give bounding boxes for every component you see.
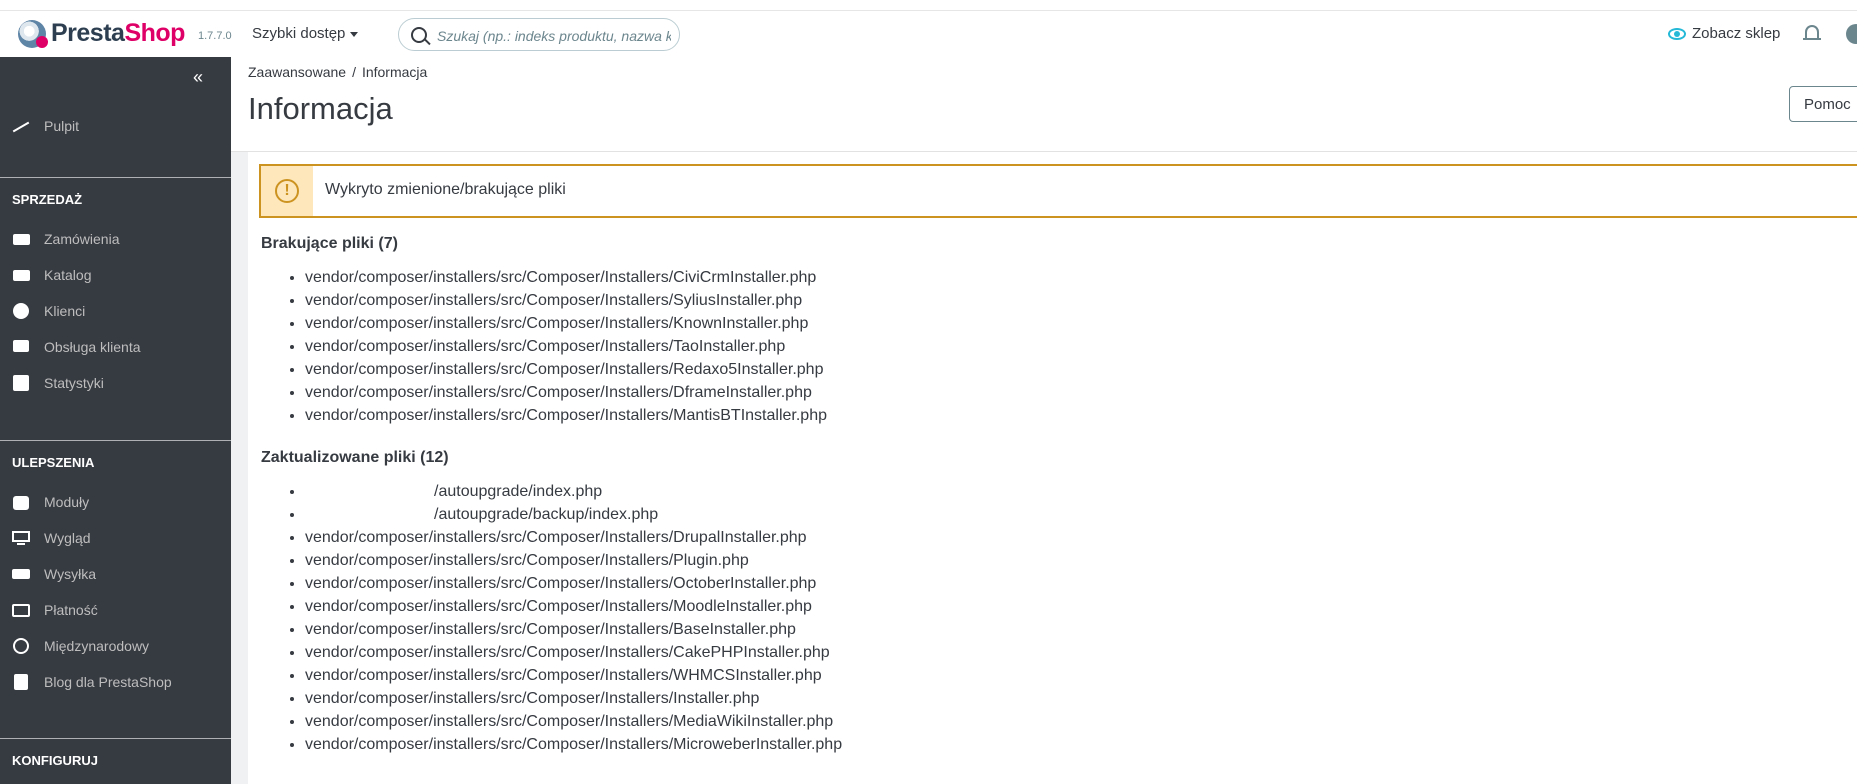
info-card: ! Wykryto zmienione/brakujące pliki Brak… xyxy=(248,152,1857,784)
list-item: vendor/composer/installers/src/Composer/… xyxy=(305,687,842,710)
sidebar-item-label: Wysyłka xyxy=(44,566,96,582)
prestashop-logo-icon xyxy=(18,19,48,48)
help-button[interactable]: Pomoc xyxy=(1789,86,1857,122)
notifications-bell-icon[interactable] xyxy=(1803,25,1821,40)
sidebar-item-label: Blog dla PrestaShop xyxy=(44,674,172,690)
breadcrumb-item-current: Informacja xyxy=(361,64,428,80)
trending-up-icon xyxy=(12,118,32,134)
top-strip xyxy=(0,0,1857,11)
sidebar-item-label: Katalog xyxy=(44,267,92,283)
sidebar-item-orders[interactable]: Zamówienia xyxy=(12,227,119,251)
sidebar-item-customer-service[interactable]: Obsługa klienta xyxy=(12,335,141,359)
sidebar-item-dashboard[interactable]: Pulpit xyxy=(12,114,79,138)
sidebar-item-shipping[interactable]: Wysyłka xyxy=(12,562,96,586)
top-header: PrestaShop 1.7.7.0 Szybki dostęp Zobacz … xyxy=(0,11,1857,58)
logo-text: PrestaShop xyxy=(51,19,185,47)
sidebar-divider xyxy=(0,440,231,441)
missing-files-list: vendor/composer/installers/src/Composer/… xyxy=(261,266,827,427)
sidebar-item-modules[interactable]: Moduły xyxy=(12,490,89,514)
list-item: vendor/composer/installers/src/Composer/… xyxy=(305,266,827,289)
employee-avatar[interactable] xyxy=(1846,24,1857,44)
list-item: vendor/composer/installers/src/Composer/… xyxy=(305,641,842,664)
sidebar-item-payment[interactable]: Płatność xyxy=(12,598,98,622)
list-item: vendor/composer/installers/src/Composer/… xyxy=(305,549,842,572)
sidebar-item-label: Wygląd xyxy=(44,530,91,546)
monitor-icon xyxy=(12,530,32,546)
shopping-basket-icon xyxy=(12,231,32,247)
sidebar-item-customers[interactable]: Klienci xyxy=(12,299,85,323)
chat-icon xyxy=(12,339,32,355)
list-item: /autoupgrade/backup/index.php xyxy=(305,503,842,526)
sidebar-item-label: Międzynarodowy xyxy=(44,638,150,654)
search-box xyxy=(398,18,680,51)
page-toolbar: Zaawansowane / Informacja Informacja Pomoc xyxy=(231,57,1857,152)
blog-icon xyxy=(12,674,32,690)
list-item: vendor/composer/installers/src/Composer/… xyxy=(305,335,827,358)
bar-chart-icon xyxy=(12,375,32,391)
alert-icon-area: ! xyxy=(261,166,313,216)
truck-icon xyxy=(12,566,32,582)
page-title: Informacja xyxy=(248,91,393,126)
list-item: vendor/composer/installers/src/Composer/… xyxy=(305,381,827,404)
sidebar-divider xyxy=(0,177,231,178)
sidebar-item-label: Zamówienia xyxy=(44,231,120,247)
search-input[interactable] xyxy=(435,24,673,48)
list-item: vendor/composer/installers/src/Composer/… xyxy=(305,710,842,733)
sidebar-item-stats[interactable]: Statystyki xyxy=(12,371,104,395)
list-item: vendor/composer/installers/src/Composer/… xyxy=(305,733,842,756)
eye-icon xyxy=(1668,27,1686,40)
view-shop-label: Zobacz sklep xyxy=(1692,25,1781,42)
sidebar-item-international[interactable]: Międzynarodowy xyxy=(12,634,149,658)
credit-card-icon xyxy=(12,602,32,618)
sidebar-item-label: Płatność xyxy=(44,602,98,618)
list-item: vendor/composer/installers/src/Composer/… xyxy=(305,572,842,595)
list-item-text: /autoupgrade/backup/index.php xyxy=(434,506,659,523)
list-item: vendor/composer/installers/src/Composer/… xyxy=(305,618,842,641)
list-item: vendor/composer/installers/src/Composer/… xyxy=(305,289,827,312)
search-icon[interactable] xyxy=(411,27,427,43)
sidebar-section-configure: KONFIGURUJ xyxy=(12,753,98,768)
version-label: 1.7.7.0 xyxy=(198,30,232,42)
view-shop-link[interactable]: Zobacz sklep xyxy=(1668,25,1780,42)
sidebar-item-label: Moduły xyxy=(44,494,90,510)
sidebar-section-sell: SPRZEDAŻ xyxy=(12,192,83,207)
list-item: vendor/composer/installers/src/Composer/… xyxy=(305,664,842,687)
sidebar-item-blog[interactable]: Blog dla PrestaShop xyxy=(12,670,172,694)
list-item: vendor/composer/installers/src/Composer/… xyxy=(305,526,842,549)
sidebar-item-catalog[interactable]: Katalog xyxy=(12,263,91,287)
main-content: ! Wykryto zmienione/brakujące pliki Brak… xyxy=(231,152,1857,784)
breadcrumb-separator: / xyxy=(352,64,356,80)
globe-icon xyxy=(12,638,32,654)
caret-down-icon xyxy=(350,31,359,37)
updated-files-list: /autoupgrade/index.php /autoupgrade/back… xyxy=(261,480,842,756)
sidebar-item-design[interactable]: Wygląd xyxy=(12,526,91,550)
sidebar-section-improve: ULEPSZENIA xyxy=(12,455,95,470)
missing-files-title: Brakujące pliki (7) xyxy=(261,235,398,252)
sidebar-item-label: Klienci xyxy=(44,303,86,319)
sidebar-item-label: Obsługa klienta xyxy=(44,339,141,355)
list-item: vendor/composer/installers/src/Composer/… xyxy=(305,595,842,618)
updated-files-title: Zaktualizowane pliki (12) xyxy=(261,449,449,466)
sidebar-item-label: Pulpit xyxy=(44,118,80,134)
sidebar-nav: « Pulpit SPRZEDAŻ Zamówienia Katalog Kli… xyxy=(0,57,231,784)
breadcrumb: Zaawansowane / Informacja xyxy=(248,64,427,80)
prestashop-logo[interactable]: PrestaShop xyxy=(18,19,185,48)
sidebar-divider xyxy=(0,738,231,739)
quick-access-dropdown[interactable]: Szybki dostęp xyxy=(252,25,359,42)
collapse-sidebar-icon[interactable]: « xyxy=(193,67,203,88)
sidebar-item-label: Statystyki xyxy=(44,375,104,391)
breadcrumb-item-advanced[interactable]: Zaawansowane xyxy=(248,64,346,80)
store-icon xyxy=(12,267,32,283)
warning-alert: ! Wykryto zmienione/brakujące pliki xyxy=(259,164,1857,218)
list-item: vendor/composer/installers/src/Composer/… xyxy=(305,404,827,427)
puzzle-icon xyxy=(12,494,32,510)
account-circle-icon xyxy=(12,303,32,319)
list-item: vendor/composer/installers/src/Composer/… xyxy=(305,312,827,335)
quick-access-label: Szybki dostęp xyxy=(252,25,346,42)
list-item: vendor/composer/installers/src/Composer/… xyxy=(305,358,827,381)
alert-message: Wykryto zmienione/brakujące pliki xyxy=(325,181,566,198)
list-item-text: /autoupgrade/index.php xyxy=(434,483,603,500)
list-item: /autoupgrade/index.php xyxy=(305,480,842,503)
warning-icon: ! xyxy=(275,179,299,203)
